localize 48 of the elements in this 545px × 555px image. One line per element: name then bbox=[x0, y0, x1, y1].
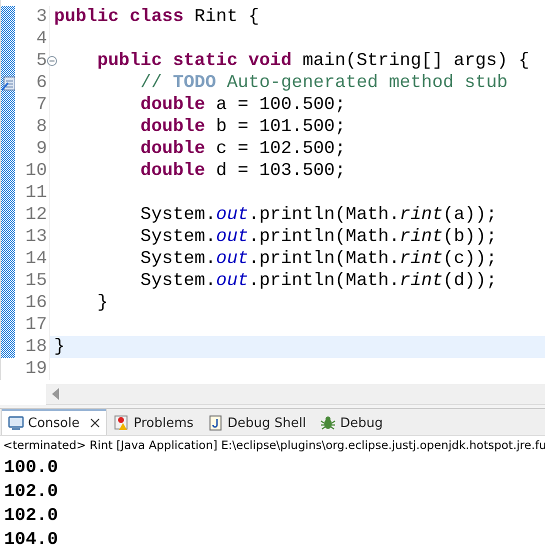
code-line: System.out.println(Math.rint(c)); bbox=[139, 249, 497, 269]
close-icon[interactable] bbox=[90, 418, 100, 428]
line-number: 3 bbox=[36, 6, 47, 28]
code-line: double a = 100.500; bbox=[139, 95, 346, 115]
scroll-left-icon[interactable] bbox=[52, 388, 60, 400]
line-number: 16 bbox=[25, 292, 47, 314]
horizontal-scrollbar[interactable] bbox=[46, 384, 545, 405]
line-number: 10 bbox=[25, 160, 47, 182]
console-tab[interactable]: Console bbox=[2, 409, 106, 435]
console-tab[interactable]: Debug Shell bbox=[202, 411, 312, 435]
line-number: 13 bbox=[25, 226, 47, 248]
console-tab[interactable]: Debug bbox=[314, 411, 389, 435]
code-line: public class Rint { bbox=[54, 7, 260, 27]
line-number: 5 bbox=[36, 50, 47, 72]
console-output-line: 100.0 bbox=[4, 457, 58, 480]
monitor-icon bbox=[8, 415, 24, 431]
line-number: 17 bbox=[25, 314, 47, 336]
line-number: 19 bbox=[25, 358, 47, 380]
line-number: 9 bbox=[36, 138, 47, 160]
line-number: 8 bbox=[36, 116, 47, 138]
line-number: 12 bbox=[25, 204, 47, 226]
code-line: public static void main(String[] args) { bbox=[96, 51, 530, 71]
document-icon bbox=[208, 415, 224, 431]
bug-icon bbox=[320, 415, 336, 431]
console-status: <terminated> Rint [Java Application] E:\eclipse\plugins\org.eclipse.justj.openjdk.hotspot.jre.fu bbox=[0, 435, 545, 454]
console-output-line: 102.0 bbox=[4, 481, 58, 504]
code-line: } bbox=[96, 293, 108, 313]
code-line: double d = 103.500; bbox=[139, 161, 346, 181]
line-number: 15 bbox=[25, 270, 47, 292]
line-number: 14 bbox=[25, 248, 47, 270]
code-line: double c = 102.500; bbox=[139, 139, 346, 159]
code-line: System.out.println(Math.rint(d)); bbox=[139, 271, 497, 291]
line-number: 7 bbox=[36, 94, 47, 116]
code-line: double b = 101.500; bbox=[139, 117, 346, 137]
code-line: System.out.println(Math.rint(a)); bbox=[139, 205, 497, 225]
code-line: } bbox=[54, 337, 65, 357]
line-number: 18 bbox=[25, 336, 47, 358]
code-line: System.out.println(Math.rint(b)); bbox=[139, 227, 497, 247]
task-icon bbox=[1, 76, 16, 91]
line-number: 6 bbox=[36, 72, 47, 94]
line-number: 11 bbox=[25, 182, 47, 204]
collapse-icon[interactable] bbox=[47, 56, 57, 66]
console-output-line: 104.0 bbox=[4, 529, 58, 552]
code-line: // TODO Auto-generated method stub bbox=[139, 73, 508, 93]
console-output-line: 102.0 bbox=[4, 505, 58, 528]
line-number: 4 bbox=[36, 28, 47, 50]
console-tab[interactable]: Problems bbox=[108, 411, 200, 435]
warning-icon bbox=[114, 415, 130, 431]
